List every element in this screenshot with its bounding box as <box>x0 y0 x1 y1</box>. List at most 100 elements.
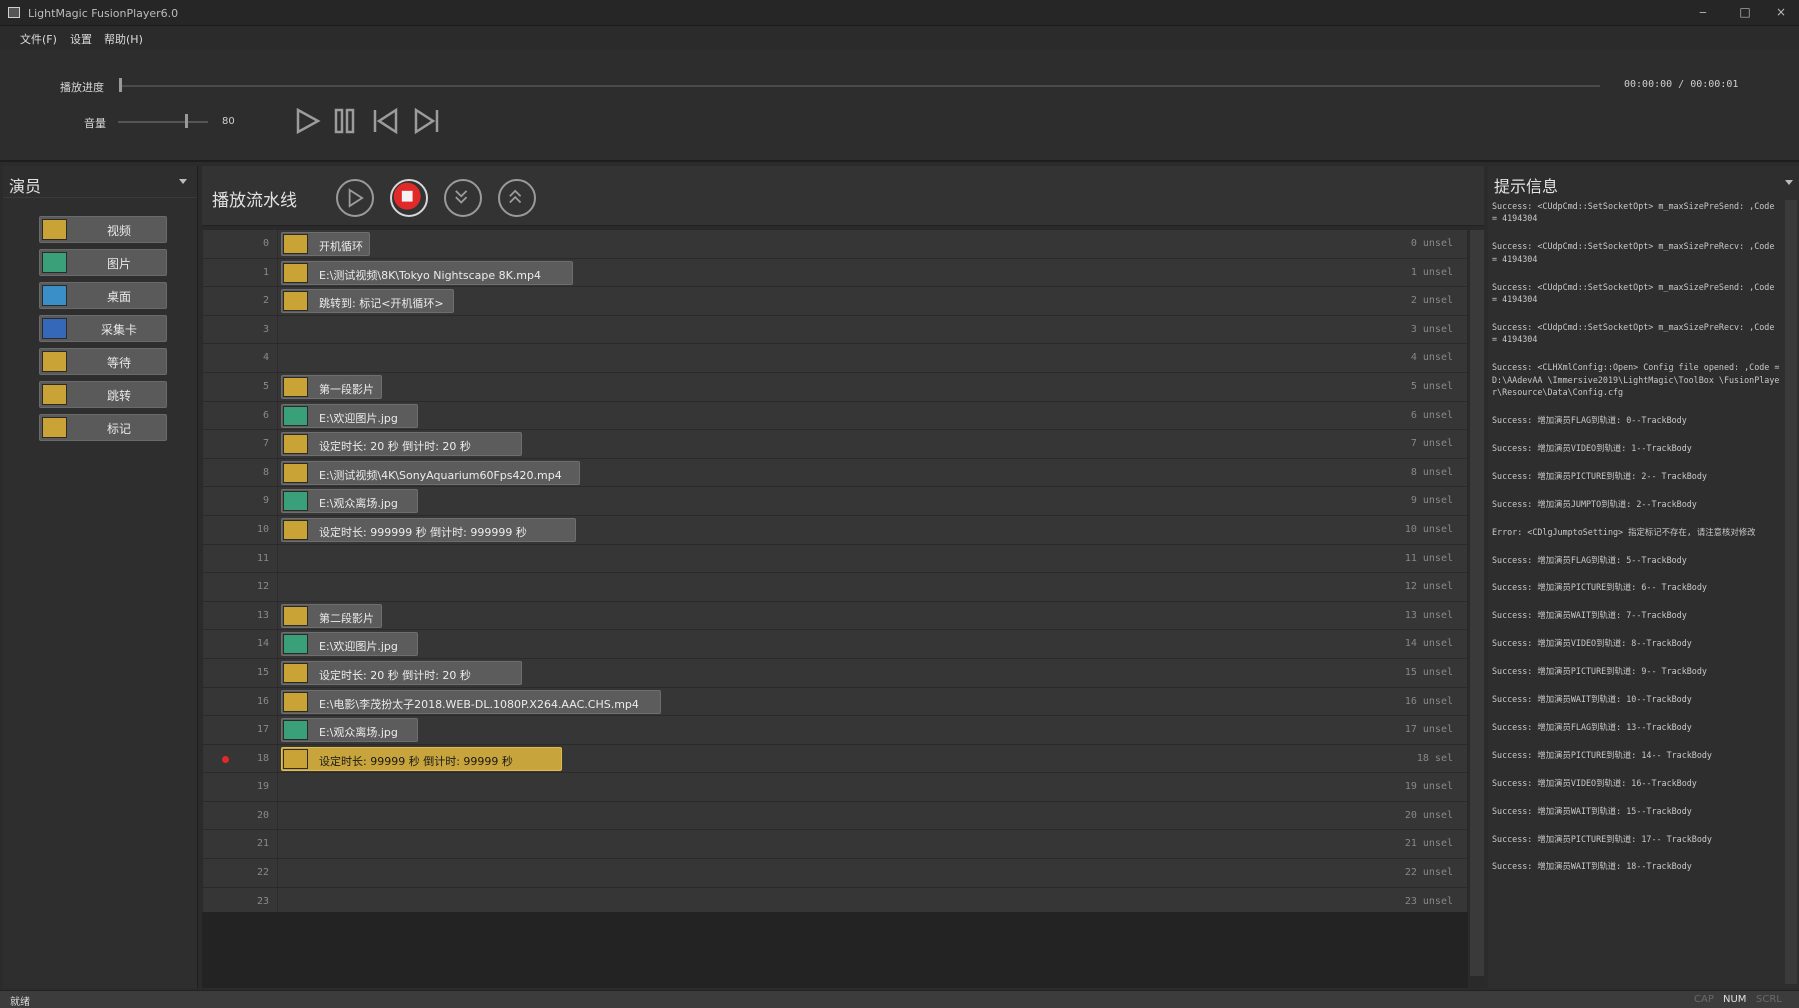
track-clip-picture[interactable]: E:\欢迎图片.jpg <box>281 403 418 428</box>
track-clip-flag[interactable]: 第二段影片 <box>281 603 382 628</box>
track-row[interactable]: 10 设定时长: 999999 秒 倒计时: 999999 秒 10 unsel <box>203 515 1467 545</box>
track-divider <box>277 372 278 401</box>
actor-picture[interactable]: 图片 <box>39 249 167 276</box>
transport-bar: 播放进度 00:00:00 / 00:00:01 音量 80 <box>0 50 1799 162</box>
volume-slider[interactable] <box>118 121 208 123</box>
clip-label: E:\观众离场.jpg <box>319 497 398 511</box>
actors-header: 演员 <box>3 166 197 198</box>
progress-slider-handle[interactable] <box>119 78 122 92</box>
track-divider <box>277 230 278 258</box>
progress-slider[interactable] <box>120 85 1600 87</box>
track-clip-picture[interactable]: E:\观众离场.jpg <box>281 489 418 514</box>
expand-icon[interactable] <box>498 179 536 217</box>
clip-label: 设定时长: 20 秒 倒计时: 20 秒 <box>319 668 471 682</box>
track-clip-wait[interactable]: 设定时长: 999999 秒 倒计时: 999999 秒 <box>281 517 576 542</box>
track-row[interactable]: 18 设定时长: 99999 秒 倒计时: 99999 秒 18 sel <box>203 744 1467 774</box>
actor-capture-card[interactable]: 采集卡 <box>39 315 167 342</box>
play-icon[interactable] <box>292 106 322 136</box>
track-row[interactable]: 5 第一段影片 5 unsel <box>203 372 1467 402</box>
actor-flag[interactable]: 标记 <box>39 414 167 441</box>
progress-label: 播放进度 <box>60 81 104 94</box>
next-icon[interactable] <box>412 106 442 136</box>
track-row[interactable]: 16 E:\电影\李茂扮太子2018.WEB-DL.1080P.X264.AAC.… <box>203 687 1467 717</box>
track-row[interactable]: 21 21 unsel <box>203 830 1467 860</box>
track-row[interactable]: 0 开机循环 0 unsel <box>203 230 1467 259</box>
collapse-icon[interactable] <box>444 179 482 217</box>
menu-settings[interactable]: 设置 <box>70 31 92 47</box>
actors-panel: 演员 视频 图片 桌面 采集卡 等待 跳转 标记 <box>3 166 198 988</box>
track-number: 6 <box>262 409 269 421</box>
volume-slider-handle[interactable] <box>185 114 188 128</box>
track-row[interactable]: 19 19 unsel <box>203 773 1467 802</box>
previous-icon[interactable] <box>370 106 400 136</box>
track-row[interactable]: 4 4 unsel <box>203 344 1467 373</box>
volume-value: 80 <box>222 116 235 127</box>
log-entry: Success: 增加演员FLAG到轨道: 13--TrackBody <box>1492 721 1692 732</box>
track-row[interactable]: 17 E:\观众离场.jpg 17 unsel <box>203 716 1467 745</box>
track-row[interactable]: 12 12 unsel <box>203 573 1467 602</box>
minimize-button[interactable]: ‒ <box>1688 3 1718 21</box>
track-row[interactable]: 2 跳转到: 标记<开机循环> 2 unsel <box>203 287 1467 316</box>
track-clip-video[interactable]: E:\电影\李茂扮太子2018.WEB-DL.1080P.X264.AAC.CH… <box>281 689 661 714</box>
track-clip-video[interactable]: E:\测试视频\8K\Tokyo Nightscape 8K.mp4 <box>281 260 573 285</box>
actor-desktop[interactable]: 桌面 <box>39 282 167 309</box>
track-status: 21 unsel <box>1404 838 1453 850</box>
track-divider <box>277 859 278 887</box>
track-row[interactable]: 1 E:\测试视频\8K\Tokyo Nightscape 8K.mp4 1 uns… <box>203 258 1467 288</box>
track-row[interactable]: 14 E:\欢迎图片.jpg 14 unsel <box>203 630 1467 659</box>
actor-video[interactable]: 视频 <box>39 216 167 243</box>
picture-icon <box>283 634 308 655</box>
track-row[interactable]: 11 11 unsel <box>203 544 1467 574</box>
status-text: 就绪 <box>10 997 30 1008</box>
video-icon <box>283 462 308 483</box>
track-status: 7 unsel <box>1410 438 1453 450</box>
track-status: 13 unsel <box>1404 609 1453 621</box>
track-row[interactable]: 20 20 unsel <box>203 801 1467 831</box>
pause-icon[interactable] <box>330 106 360 136</box>
pipeline-empty-area <box>202 912 1468 988</box>
track-row[interactable]: 7 设定时长: 20 秒 倒计时: 20 秒 7 unsel <box>203 430 1467 459</box>
clip-label: 开机循环 <box>319 240 363 253</box>
track-row[interactable]: 13 第二段影片 13 unsel <box>203 601 1467 631</box>
track-row[interactable]: 8 E:\测试视频\4K\SonyAquarium60Fps420.mp4 8 un… <box>203 458 1467 488</box>
track-status: 6 unsel <box>1410 409 1453 421</box>
log-entry: Success: 增加演员FLAG到轨道: 5--TrackBody <box>1492 554 1687 565</box>
track-clip-picture[interactable]: E:\观众离场.jpg <box>281 718 418 743</box>
actor-label: 采集卡 <box>100 323 137 337</box>
track-status: 9 unsel <box>1410 495 1453 507</box>
track-clip-wait[interactable]: 设定时长: 20 秒 倒计时: 20 秒 <box>281 660 522 685</box>
video-icon <box>283 262 308 283</box>
chevron-down-icon[interactable] <box>1785 180 1793 185</box>
title-bar: LightMagic FusionPlayer6.0 ‒ □ × <box>0 0 1799 26</box>
track-status: 16 unsel <box>1404 695 1453 707</box>
track-number: 21 <box>256 838 269 850</box>
maximize-button[interactable]: □ <box>1730 3 1760 21</box>
track-clip-wait[interactable]: 设定时长: 20 秒 倒计时: 20 秒 <box>281 432 522 457</box>
track-row[interactable]: 9 E:\观众离场.jpg 9 unsel <box>203 487 1467 516</box>
menu-file[interactable]: 文件(F) <box>20 31 57 47</box>
track-clip-picture[interactable]: E:\欢迎图片.jpg <box>281 632 418 657</box>
track-row[interactable]: 3 3 unsel <box>203 315 1467 345</box>
track-row[interactable]: 15 设定时长: 20 秒 倒计时: 20 秒 15 unsel <box>203 658 1467 688</box>
track-clip-flag[interactable]: 第一段影片 <box>281 374 382 399</box>
track-number: 15 <box>256 666 269 678</box>
close-button[interactable]: × <box>1766 3 1796 21</box>
menu-help[interactable]: 帮助(H) <box>104 31 143 47</box>
chevron-down-icon[interactable] <box>179 179 187 184</box>
track-clip-wait[interactable]: 设定时长: 99999 秒 倒计时: 99999 秒 <box>281 746 562 771</box>
pipeline-scrollbar[interactable] <box>1470 230 1484 976</box>
pipeline-stop-button[interactable] <box>390 179 428 217</box>
track-clip-video[interactable]: E:\测试视频\4K\SonyAquarium60Fps420.mp4 <box>281 460 580 485</box>
track-row[interactable]: 22 22 unsel <box>203 859 1467 888</box>
clip-label: 第一段影片 <box>319 382 374 396</box>
track-row[interactable]: 6 E:\欢迎图片.jpg 6 unsel <box>203 401 1467 431</box>
log-scrollbar[interactable] <box>1785 200 1797 984</box>
track-status: 14 unsel <box>1404 638 1453 650</box>
track-clip-flag[interactable]: 开机循环 <box>281 232 370 256</box>
actor-jump[interactable]: 跳转 <box>39 381 167 408</box>
actor-wait[interactable]: 等待 <box>39 348 167 375</box>
log-entry: Success: <CUdpCmd::SetSocketOpt> m_maxSi… <box>1492 241 1780 264</box>
pipeline-play-button[interactable] <box>336 179 374 217</box>
track-number: 1 <box>262 266 269 278</box>
track-clip-jump[interactable]: 跳转到: 标记<开机循环> <box>281 289 454 314</box>
